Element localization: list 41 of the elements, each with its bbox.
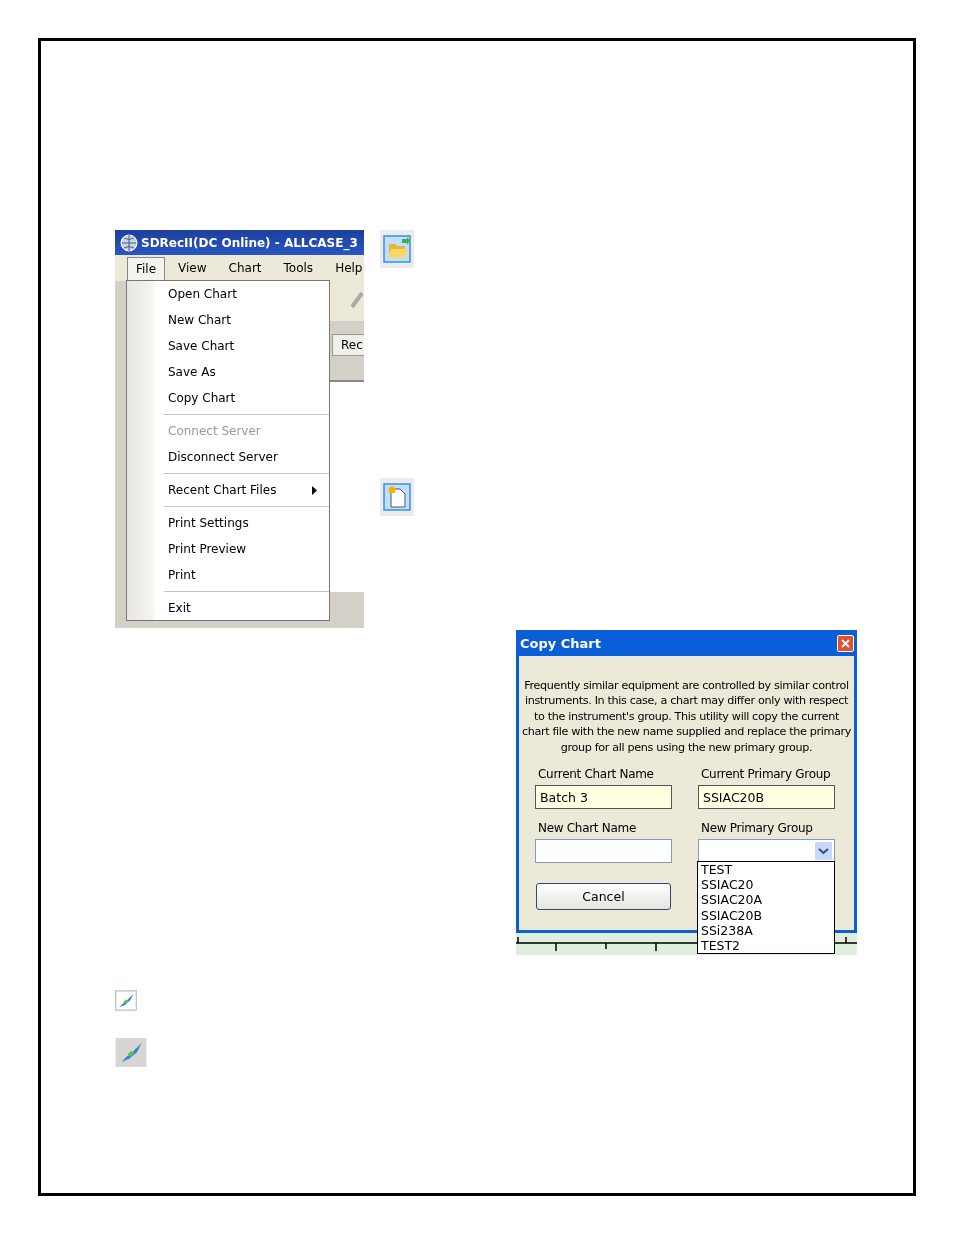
primary-group-field[interactable]: SSIAC20B <box>698 785 835 810</box>
menu-item[interactable]: Save Chart <box>127 333 329 359</box>
dropdown-option[interactable]: SSIAC20 <box>701 877 834 893</box>
tab[interactable]: Rec <box>332 334 364 356</box>
globe-icon <box>120 233 138 252</box>
field-label: Current Primary Group <box>700 767 832 782</box>
menu-item[interactable]: Tools <box>274 256 323 280</box>
open-folder-icon[interactable] <box>380 230 414 268</box>
menu-item[interactable]: Print Settings <box>127 510 329 536</box>
menu-item[interactable]: Print Preview <box>127 536 329 562</box>
dropdown-option[interactable]: SSIAC20A <box>701 892 834 908</box>
dropdown-option[interactable]: TEST <box>701 862 834 878</box>
dropdown-field[interactable] <box>698 839 835 864</box>
menu-item[interactable]: File <box>127 256 166 280</box>
submenu-arrow-icon <box>312 485 317 495</box>
menu-item[interactable]: Copy Chart <box>127 385 329 411</box>
menu-item[interactable]: New Chart <box>127 307 329 333</box>
new-document-icon[interactable] <box>380 478 414 516</box>
window-title: SDRecII(DC Online) - ALLCASE_3 <box>141 235 358 250</box>
menu-item[interactable]: View <box>169 256 216 280</box>
menu-item[interactable]: Print <box>127 562 329 588</box>
cancel-button[interactable]: Cancel <box>536 883 671 910</box>
menu-item[interactable]: Help <box>326 256 364 280</box>
dropdown-option[interactable]: TEST2 <box>701 938 834 954</box>
menu-item[interactable]: Save As <box>127 359 329 385</box>
menu-item[interactable]: Recent Chart Files <box>127 477 329 503</box>
dropdown-option[interactable]: SSi238A <box>701 922 834 938</box>
dropdown-option[interactable]: SSIAC20B <box>701 907 834 923</box>
description-text: Frequently similar equipment are controlled by similar control instruments. In this case, a chart may differ only with respect to the instrument's group. This utility will copy the current chart file with the new name supplied and replace the primary group for all pens using the new primary group. <box>520 678 853 756</box>
menu-item[interactable]: Open Chart <box>127 281 329 307</box>
chevron-down-icon <box>815 842 832 861</box>
field-label: New Chart Name <box>537 821 637 836</box>
input-field[interactable] <box>535 839 672 864</box>
close-button[interactable] <box>837 634 854 652</box>
field-label: Current Chart Name <box>537 767 655 782</box>
menu-item[interactable]: Chart <box>219 256 271 280</box>
dialog-title: Copy Chart <box>520 635 601 651</box>
chart-name-field[interactable]: Batch 3 <box>535 785 672 810</box>
field-label: New Primary Group <box>700 821 814 836</box>
menu-item[interactable]: Disconnect Server <box>127 444 329 470</box>
menu-item[interactable]: Exit <box>127 595 329 621</box>
